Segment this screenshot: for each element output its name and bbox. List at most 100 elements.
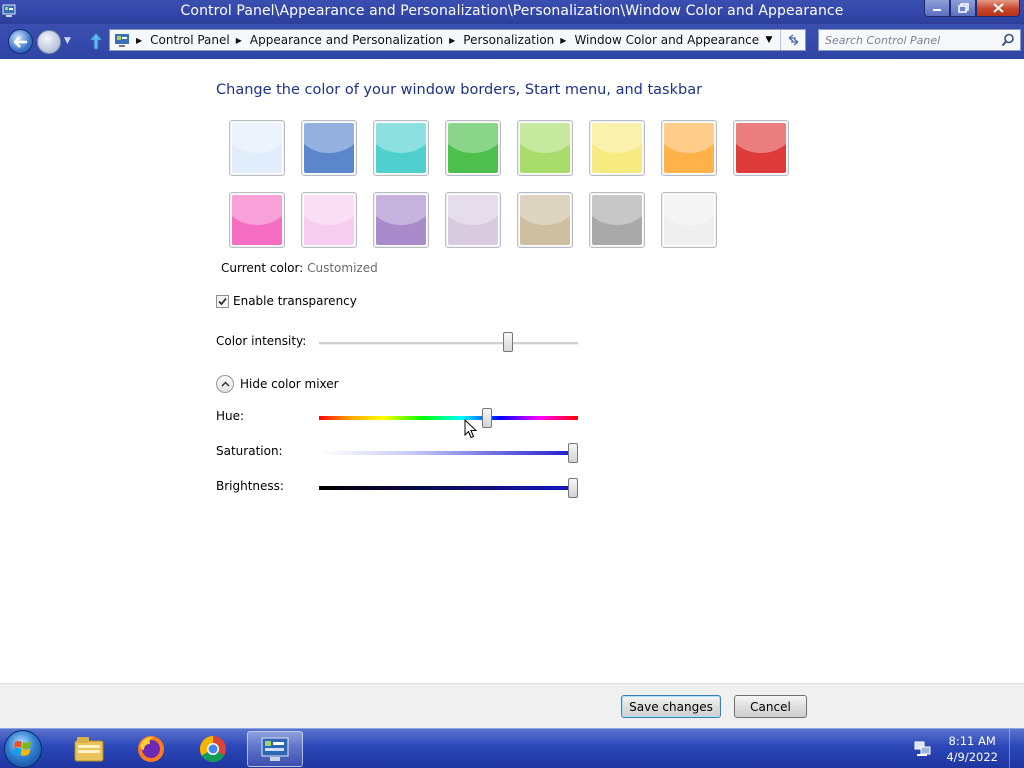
search-input[interactable] bbox=[825, 32, 995, 48]
current-color-value: Customized bbox=[307, 261, 378, 275]
color-swatch-sea[interactable] bbox=[373, 120, 429, 176]
windows-logo-icon bbox=[13, 741, 31, 756]
address-dropdown-icon[interactable]: ▼ bbox=[759, 30, 779, 50]
swatch-fill bbox=[592, 123, 642, 173]
enable-transparency-checkbox[interactable] bbox=[216, 294, 229, 308]
saturation-label: Saturation: bbox=[216, 444, 283, 458]
color-swatch-slate[interactable] bbox=[661, 192, 717, 248]
hue-slider-thumb[interactable] bbox=[482, 408, 493, 428]
current-color-row: Current color: Customized bbox=[221, 261, 378, 275]
swatch-fill bbox=[520, 195, 570, 245]
swatch-fill bbox=[232, 195, 282, 245]
taskbar-windows-explorer[interactable] bbox=[62, 731, 116, 767]
color-swatch-lime[interactable] bbox=[517, 120, 573, 176]
swatch-fill bbox=[664, 195, 714, 245]
refresh-icon bbox=[788, 34, 798, 46]
enable-transparency-row[interactable]: Enable transparency bbox=[216, 294, 357, 308]
up-arrow-icon[interactable] bbox=[88, 32, 104, 50]
breadcrumb-appearance-and-personalization[interactable]: Appearance and Personalization bbox=[250, 33, 443, 47]
brightness-label: Brightness: bbox=[216, 479, 284, 493]
swatch-fill bbox=[304, 123, 354, 173]
brightness-slider[interactable] bbox=[319, 486, 578, 490]
cancel-button[interactable]: Cancel bbox=[734, 695, 807, 718]
color-swatch-pumpkin[interactable] bbox=[661, 120, 717, 176]
swatch-fill bbox=[520, 123, 570, 173]
swatch-fill bbox=[376, 195, 426, 245]
color-swatch-twilight[interactable] bbox=[301, 120, 357, 176]
save-changes-button[interactable]: Save changes bbox=[621, 695, 721, 718]
close-button[interactable] bbox=[976, 0, 1020, 17]
swatch-fill bbox=[448, 195, 498, 245]
network-icon[interactable] bbox=[914, 741, 931, 757]
swatch-fill bbox=[592, 195, 642, 245]
content-area: Change the color of your window borders,… bbox=[0, 59, 1024, 683]
hue-slider[interactable] bbox=[319, 416, 578, 420]
color-swatch-ruby[interactable] bbox=[733, 120, 789, 176]
minimize-icon bbox=[933, 9, 941, 11]
color-swatch-lemon[interactable] bbox=[589, 120, 645, 176]
dialog-footer: Save changes Cancel bbox=[0, 683, 1024, 728]
arrow-left-icon bbox=[13, 35, 27, 48]
color-swatch-fuchsia[interactable] bbox=[229, 192, 285, 248]
brightness-slider-thumb[interactable] bbox=[567, 478, 578, 498]
swatch-fill bbox=[232, 123, 282, 173]
clock-date: 4/9/2022 bbox=[946, 750, 998, 764]
swatch-fill bbox=[448, 123, 498, 173]
color-swatch-blush[interactable] bbox=[301, 192, 357, 248]
taskbar: 8:11 AM 4/9/2022 bbox=[0, 728, 1024, 768]
checkmark-icon bbox=[218, 297, 227, 305]
chevron-up-icon[interactable] bbox=[216, 375, 234, 393]
taskbar-control-panel[interactable] bbox=[247, 731, 303, 767]
chevron-right-icon[interactable]: ▶ bbox=[560, 36, 566, 45]
hide-color-mixer-toggle[interactable]: Hide color mixer bbox=[216, 375, 339, 393]
restore-button[interactable] bbox=[950, 0, 976, 17]
back-button[interactable] bbox=[8, 29, 33, 54]
color-swatch-lavender[interactable] bbox=[445, 192, 501, 248]
breadcrumb-window-color-and-appearance[interactable]: Window Color and Appearance bbox=[574, 33, 759, 47]
address-bar[interactable]: ▶ Control Panel ▶ Appearance and Persona… bbox=[109, 29, 806, 51]
window-title: Control Panel\Appearance and Personaliza… bbox=[180, 3, 844, 19]
current-color-label: Current color: bbox=[221, 261, 304, 275]
hue-label: Hue: bbox=[216, 409, 245, 423]
swatch-fill bbox=[736, 123, 786, 173]
system-clock[interactable]: 8:11 AM 4/9/2022 bbox=[946, 733, 998, 765]
color-intensity-slider[interactable] bbox=[319, 342, 578, 345]
breadcrumb-personalization[interactable]: Personalization bbox=[463, 33, 554, 47]
search-box[interactable] bbox=[818, 29, 1021, 51]
refresh-button[interactable] bbox=[780, 30, 805, 50]
chevron-right-icon[interactable]: ▶ bbox=[236, 36, 242, 45]
saturation-slider[interactable] bbox=[319, 451, 578, 455]
title-bar: Control Panel\Appearance and Personaliza… bbox=[0, 0, 1024, 24]
chevron-right-icon[interactable]: ▶ bbox=[449, 36, 455, 45]
color-intensity-slider-thumb[interactable] bbox=[503, 332, 514, 352]
clock-time: 8:11 AM bbox=[948, 734, 996, 748]
hide-color-mixer-label[interactable]: Hide color mixer bbox=[240, 377, 339, 391]
color-swatch-leaf[interactable] bbox=[445, 120, 501, 176]
taskbar-firefox[interactable] bbox=[124, 731, 178, 767]
start-button[interactable] bbox=[4, 730, 42, 768]
search-icon[interactable] bbox=[1001, 33, 1015, 47]
restore-icon bbox=[957, 3, 969, 13]
control-panel-icon bbox=[261, 737, 289, 761]
color-intensity-label: Color intensity: bbox=[216, 334, 307, 348]
color-swatch-chocolate[interactable] bbox=[589, 192, 645, 248]
show-desktop-button[interactable] bbox=[1009, 729, 1024, 768]
taskbar-chrome[interactable] bbox=[186, 731, 240, 767]
saturation-slider-thumb[interactable] bbox=[567, 443, 578, 463]
minimize-button[interactable] bbox=[924, 0, 950, 17]
close-icon bbox=[992, 3, 1004, 13]
chrome-icon bbox=[199, 735, 226, 763]
forward-button[interactable] bbox=[37, 30, 61, 54]
color-swatch-taupe[interactable] bbox=[517, 192, 573, 248]
page-heading: Change the color of your window borders,… bbox=[216, 82, 703, 98]
swatch-fill bbox=[304, 195, 354, 245]
enable-transparency-label[interactable]: Enable transparency bbox=[233, 294, 357, 308]
color-swatch-violet[interactable] bbox=[373, 192, 429, 248]
chevron-right-icon[interactable]: ▶ bbox=[136, 36, 142, 45]
color-swatch-sky[interactable] bbox=[229, 120, 285, 176]
recent-pages-dropdown-icon[interactable]: ▼ bbox=[64, 36, 71, 46]
breadcrumb-control-panel[interactable]: Control Panel bbox=[150, 33, 230, 47]
swatch-fill bbox=[664, 123, 714, 173]
mouse-cursor-icon bbox=[464, 419, 478, 439]
swatch-fill bbox=[376, 123, 426, 173]
